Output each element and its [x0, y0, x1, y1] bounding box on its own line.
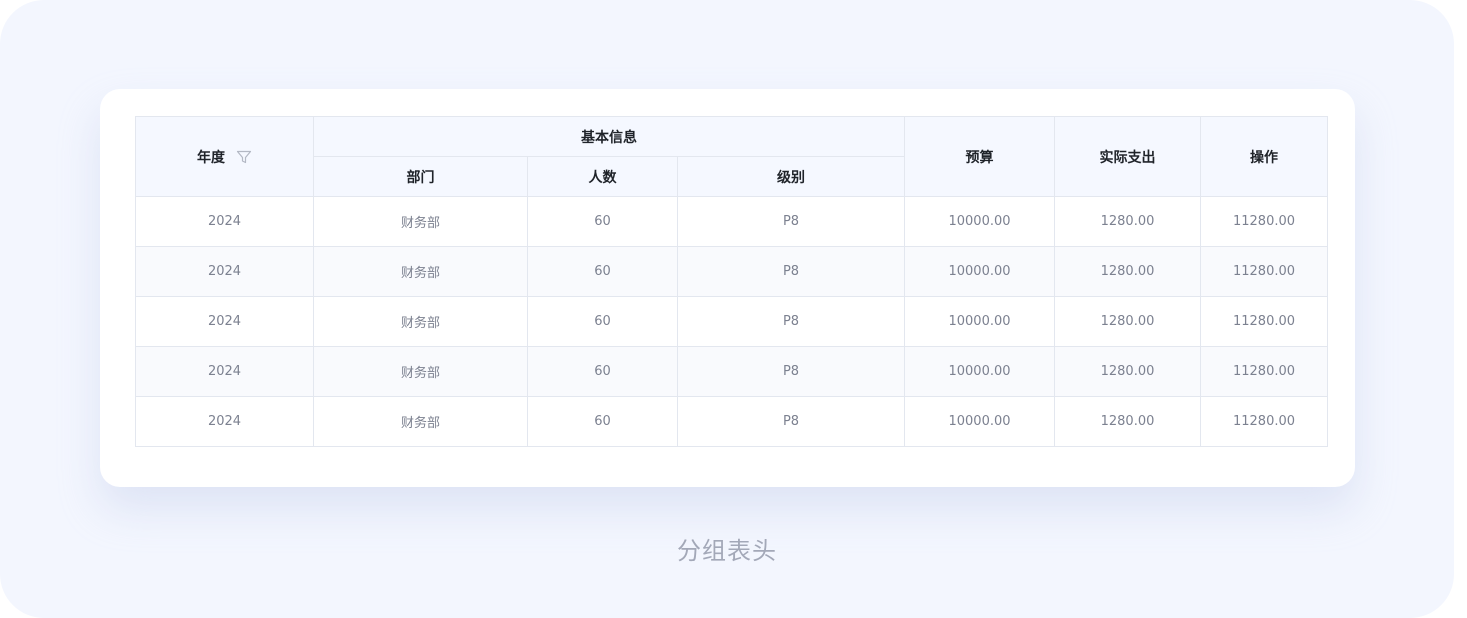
cell-headcount: 60	[527, 396, 678, 447]
header-row-group: 年度 基本信息 预算 实际支出 操作	[135, 116, 1328, 197]
cell-department: 财务部	[313, 296, 528, 347]
cell-budget: 10000.00	[904, 346, 1055, 397]
cell-department: 财务部	[313, 396, 528, 447]
page-caption: 分组表头	[677, 537, 777, 565]
cell-action: 11280.00	[1200, 246, 1328, 297]
table-row: 2024 财务部 60 P8 10000.00 1280.00 11280.00	[135, 196, 1328, 247]
filter-icon[interactable]	[236, 149, 252, 165]
cell-department: 财务部	[313, 246, 528, 297]
cell-level: P8	[677, 396, 905, 447]
table-card: 年度 基本信息 预算 实际支出 操作 部门 人数 级别 2024 财务部 60 …	[100, 89, 1355, 487]
header-budget: 预算	[904, 116, 1055, 197]
header-department: 部门	[313, 156, 528, 197]
cell-action: 11280.00	[1200, 296, 1328, 347]
cell-level: P8	[677, 246, 905, 297]
table-row: 2024 财务部 60 P8 10000.00 1280.00 11280.00	[135, 246, 1328, 297]
cell-year: 2024	[135, 396, 314, 447]
header-headcount: 人数	[527, 156, 678, 197]
cell-year: 2024	[135, 346, 314, 397]
header-basic-info: 基本信息	[313, 116, 905, 157]
cell-action: 11280.00	[1200, 396, 1328, 447]
table-header: 年度 基本信息 预算 实际支出 操作 部门 人数 级别	[135, 116, 1328, 197]
cell-actual-expense: 1280.00	[1054, 246, 1201, 297]
cell-department: 财务部	[313, 196, 528, 247]
cell-level: P8	[677, 296, 905, 347]
cell-year: 2024	[135, 196, 314, 247]
cell-headcount: 60	[527, 346, 678, 397]
cell-level: P8	[677, 346, 905, 397]
cell-budget: 10000.00	[904, 396, 1055, 447]
cell-action: 11280.00	[1200, 346, 1328, 397]
header-year: 年度	[135, 116, 314, 197]
cell-budget: 10000.00	[904, 196, 1055, 247]
cell-headcount: 60	[527, 296, 678, 347]
table-row: 2024 财务部 60 P8 10000.00 1280.00 11280.00	[135, 296, 1328, 347]
page-background: 年度 基本信息 预算 实际支出 操作 部门 人数 级别 2024 财务部 60 …	[0, 0, 1454, 618]
cell-level: P8	[677, 196, 905, 247]
table-row: 2024 财务部 60 P8 10000.00 1280.00 11280.00	[135, 396, 1328, 447]
header-year-label: 年度	[197, 149, 225, 166]
cell-year: 2024	[135, 296, 314, 347]
cell-actual-expense: 1280.00	[1054, 346, 1201, 397]
header-action: 操作	[1200, 116, 1328, 197]
table-body: 2024 财务部 60 P8 10000.00 1280.00 11280.00…	[135, 196, 1328, 447]
cell-actual-expense: 1280.00	[1054, 196, 1201, 247]
cell-year: 2024	[135, 246, 314, 297]
table-row: 2024 财务部 60 P8 10000.00 1280.00 11280.00	[135, 346, 1328, 397]
cell-headcount: 60	[527, 196, 678, 247]
cell-budget: 10000.00	[904, 296, 1055, 347]
cell-actual-expense: 1280.00	[1054, 296, 1201, 347]
cell-budget: 10000.00	[904, 246, 1055, 297]
cell-headcount: 60	[527, 246, 678, 297]
grouped-header-table: 年度 基本信息 预算 实际支出 操作 部门 人数 级别 2024 财务部 60 …	[135, 116, 1328, 447]
header-actual-expense: 实际支出	[1054, 116, 1201, 197]
cell-actual-expense: 1280.00	[1054, 396, 1201, 447]
cell-action: 11280.00	[1200, 196, 1328, 247]
header-level: 级别	[677, 156, 905, 197]
cell-department: 财务部	[313, 346, 528, 397]
